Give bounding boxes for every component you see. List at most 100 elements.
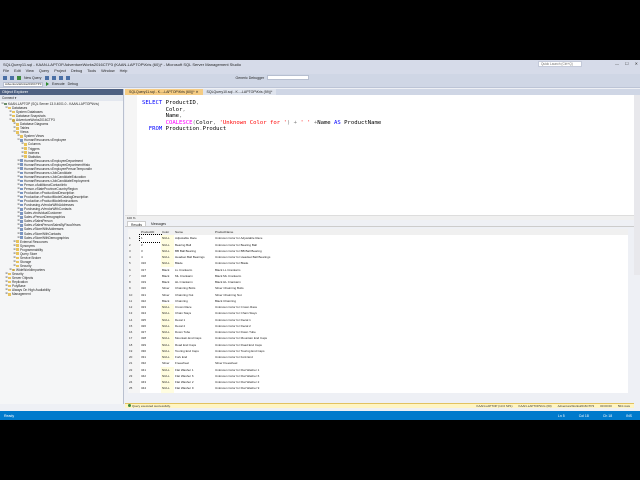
solution-config-dropdown[interactable] — [267, 75, 310, 80]
new-query-icon[interactable] — [17, 75, 21, 80]
open-file-icon[interactable] — [44, 75, 49, 80]
menu-debug[interactable]: Debug — [71, 69, 82, 73]
back-icon[interactable] — [3, 75, 7, 80]
folder-icon — [16, 248, 19, 251]
results-tab-messages[interactable]: Messages — [148, 221, 169, 226]
window-title: SQLQuery11.sql - KAAN-LAPTOP.AdventureWo… — [3, 61, 242, 67]
debugger-dropdown[interactable]: Generic Debugger — [236, 76, 265, 80]
view-icon — [20, 171, 23, 175]
server-info: KAAN-LAPTOP (13.0 SP1) — [476, 404, 513, 408]
grid-cell[interactable]: Unknown Color for Flat Washer 4 — [214, 392, 284, 394]
folder-icon — [16, 244, 19, 247]
view-icon — [20, 211, 23, 215]
tree-node[interactable]: ⊞ Management — [0, 292, 123, 296]
save-icon[interactable] — [51, 75, 56, 80]
row-count: 504 rows — [617, 404, 630, 408]
query-status-bar: Query executed successfully. KAAN-LAPTOP… — [125, 403, 634, 408]
view-icon — [20, 163, 23, 167]
menu-edit[interactable]: Edit — [14, 69, 21, 73]
status-line: Ln 5 — [557, 413, 565, 418]
folder-icon — [12, 114, 15, 118]
query-text[interactable]: SELECT ProductID, Color, Name, COALESCE(… — [142, 100, 381, 133]
folder-icon — [24, 155, 27, 158]
forward-icon[interactable] — [10, 75, 14, 80]
database-icon — [12, 268, 15, 272]
grid-cell[interactable]: Flat Washer 4 — [174, 392, 214, 394]
sql-editor-toolbar: AdventureWorks2016CTP3 Execute Debug — [0, 81, 640, 88]
editor-scrollbar[interactable] — [634, 95, 640, 275]
new-query-button[interactable]: New Query — [24, 76, 42, 80]
view-icon — [20, 139, 23, 142]
results-tabs: Results Messages — [125, 221, 634, 227]
query-editor[interactable]: SELECT ProductID, Color, Name, COALESCE(… — [125, 95, 634, 215]
editor-gutter — [125, 95, 137, 215]
menu-project[interactable]: Project — [54, 69, 66, 73]
view-icon — [20, 195, 23, 199]
menu-file[interactable]: File — [3, 69, 9, 73]
folder-icon — [24, 147, 27, 150]
menu-view[interactable]: View — [26, 69, 34, 73]
view-icon — [20, 159, 23, 162]
status-mode: INS — [626, 413, 632, 418]
view-icon — [20, 179, 23, 183]
menu-window[interactable]: Window — [101, 69, 115, 73]
menu-query[interactable]: Query — [39, 69, 49, 73]
folder-icon — [16, 264, 19, 268]
folder-icon — [16, 131, 19, 134]
view-icon — [20, 216, 23, 219]
object-explorer-tree: ⊟ KAAN-LAPTOP (SQL Server 13.0.4001.0 - K… — [0, 101, 123, 296]
execute-button[interactable]: Execute — [52, 82, 65, 86]
debug-button[interactable]: Debug — [68, 82, 78, 86]
folder-icon — [16, 127, 19, 130]
table-row[interactable]: 26345NULLFlat Washer 4Unknown Color for … — [128, 391, 628, 394]
menu-help[interactable]: Help — [120, 69, 128, 73]
code-line: FROM Production.Product — [148, 126, 227, 132]
status-ready: Ready — [4, 413, 15, 418]
folder-icon — [8, 292, 11, 296]
menu-tools[interactable]: Tools — [87, 69, 96, 73]
status-bar: Ready Ln 5 Col 18 Ch 18 INS — [0, 411, 640, 420]
ssms-window: SQLQuery11.sql - KAAN-LAPTOP.AdventureWo… — [0, 60, 640, 420]
maximize-button[interactable]: ☐ — [625, 60, 629, 68]
view-icon — [20, 175, 23, 179]
status-col: Col 18 — [578, 413, 589, 418]
execute-icon[interactable] — [46, 82, 49, 86]
query-status-message: Query executed successfully. — [132, 404, 171, 408]
folder-icon — [24, 151, 27, 154]
user-info: KAAN-LAPTOP\Kris (60) — [518, 404, 552, 408]
results-grid[interactable]: ProductID Color Name ProductName 1 1 NULL Adjus… — [128, 229, 628, 393]
view-icon — [20, 191, 23, 195]
minimize-button[interactable]: — — [615, 60, 619, 68]
elapsed-time: 00:00:00 — [600, 404, 612, 408]
undo-icon[interactable] — [58, 75, 63, 80]
tree-node-label: Management — [12, 292, 31, 297]
view-icon — [20, 199, 23, 203]
connect-button[interactable]: Connect ▾ — [2, 96, 16, 100]
title-bar: SQLQuery11.sql - KAAN-LAPTOP.AdventureWo… — [0, 60, 640, 68]
view-icon — [20, 187, 23, 191]
grid-cell[interactable]: NULL — [161, 391, 174, 393]
view-icon — [20, 207, 23, 211]
folder-icon — [16, 260, 19, 264]
view-icon — [20, 232, 23, 235]
zoom-level[interactable]: 100 % — [125, 215, 634, 220]
view-icon — [20, 220, 23, 223]
grid-cell[interactable]: 345 — [140, 392, 161, 394]
view-icon — [20, 167, 23, 171]
database-icon — [12, 118, 15, 122]
status-ch: Ch 18 — [602, 413, 613, 418]
results-tab-results[interactable]: Results — [127, 221, 146, 227]
folder-icon — [8, 106, 11, 110]
folder-icon — [8, 280, 11, 284]
folder-icon — [24, 143, 27, 146]
quick-launch-input[interactable]: Quick Launch (Ctrl+Q) — [538, 61, 582, 67]
folder-icon — [8, 288, 11, 292]
close-button[interactable]: ✕ — [635, 60, 638, 68]
database-dropdown[interactable]: AdventureWorks2016CTP3 — [3, 81, 43, 87]
row-number: 26 — [128, 391, 140, 393]
folder-icon — [16, 240, 19, 243]
folder-icon — [8, 272, 11, 276]
folder-icon — [16, 252, 19, 256]
view-icon — [20, 236, 23, 239]
redo-icon[interactable] — [65, 75, 70, 80]
